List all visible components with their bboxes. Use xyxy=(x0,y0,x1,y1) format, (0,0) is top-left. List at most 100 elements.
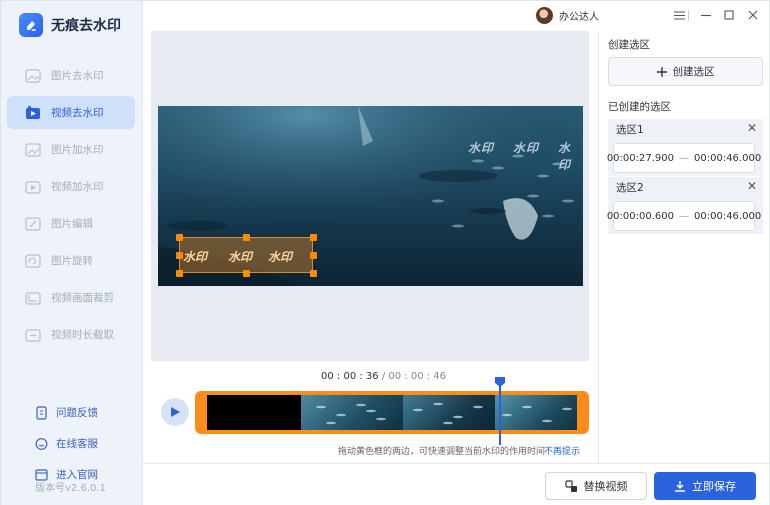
close-button[interactable] xyxy=(743,6,763,24)
image-rotate-icon xyxy=(25,253,41,268)
image-edit-icon xyxy=(25,216,41,231)
region-start: 00:00:27.900 xyxy=(606,152,674,164)
playhead-line[interactable] xyxy=(499,377,501,445)
watermark-text: 水印 xyxy=(468,141,495,155)
maximize-icon xyxy=(724,10,734,20)
create-region-button[interactable]: 创建选区 xyxy=(608,57,763,86)
image-add-icon xyxy=(25,142,41,157)
timeline-left-handle[interactable] xyxy=(199,395,207,430)
sidebar-item-video-crop[interactable]: 视频画面裁剪 xyxy=(7,281,135,314)
timeline-right-handle[interactable] xyxy=(577,395,585,430)
footer-bar: 替换视频 立即保存 xyxy=(143,463,769,505)
resize-handle[interactable] xyxy=(310,234,317,241)
resize-handle[interactable] xyxy=(310,270,317,277)
feedback-label: 问题反馈 xyxy=(56,407,98,419)
sidebar-links: 问题反馈 在线客服 进入官网 xyxy=(35,397,139,490)
region-end: 00:00:46.000 xyxy=(694,152,762,164)
user-profile[interactable]: 办公达人 xyxy=(536,7,599,24)
current-time: 00 : 00 : 36 xyxy=(321,371,379,382)
menu-icon xyxy=(673,10,685,20)
timeline-hint: 拖动黄色框的两边，可快速调整当前水印的作用时间 xyxy=(338,447,546,457)
sidebar-item-image-add-watermark[interactable]: 图片加水印 xyxy=(7,133,135,166)
feedback-icon xyxy=(36,405,47,420)
timeline-frame xyxy=(301,395,403,430)
timeline-track[interactable] xyxy=(195,391,589,434)
region-end: 00:00:46.000 xyxy=(694,210,762,222)
remove-region-button[interactable]: ✕ xyxy=(747,179,757,193)
resize-handle[interactable] xyxy=(243,234,250,241)
user-name: 办公达人 xyxy=(559,12,599,23)
sidebar-item-label: 图片去水印 xyxy=(51,70,104,82)
remove-region-button[interactable]: ✕ xyxy=(747,121,757,135)
feedback-link[interactable]: 问题反馈 xyxy=(35,397,139,428)
plus-icon xyxy=(656,66,667,77)
fish-thumbnail xyxy=(413,402,483,425)
fish-thumbnail xyxy=(502,405,572,423)
sidebar-item-label: 图片编辑 xyxy=(51,218,93,230)
sidebar-item-label: 图片旋转 xyxy=(51,255,93,267)
region-title: 选区1 xyxy=(616,124,644,136)
download-icon xyxy=(675,481,685,492)
sidebar-item-video-add-watermark[interactable]: 视频加水印 xyxy=(7,170,135,203)
image-icon xyxy=(25,68,41,83)
minimize-icon xyxy=(701,14,711,16)
region-time-range[interactable]: 00:00:00.600 — 00:00:46.000 xyxy=(607,201,761,231)
resize-handle[interactable] xyxy=(176,270,183,277)
fish-thumbnail xyxy=(316,403,386,425)
sidebar-item-label: 视频去水印 xyxy=(51,107,104,119)
play-button[interactable] xyxy=(161,398,189,426)
app-window: 无痕去水印 图片去水印 视频去水印 图片加水印 视频加水印 图片编辑 图片旋转 … xyxy=(0,0,770,505)
region-start: 00:00:00.600 xyxy=(606,210,674,222)
playhead-marker[interactable] xyxy=(495,377,505,387)
save-now-label: 立即保存 xyxy=(692,480,736,493)
app-logo: 无痕去水印 xyxy=(19,13,121,37)
online-service-label: 在线客服 xyxy=(56,438,98,450)
timeline-frame xyxy=(403,395,495,430)
sidebar-item-label: 视频加水印 xyxy=(51,181,104,193)
online-service-link[interactable]: 在线客服 xyxy=(35,428,139,459)
selection-watermark-text: 水印 xyxy=(228,250,253,264)
create-region-label: 创建选区 xyxy=(672,66,715,78)
eraser-logo-icon xyxy=(19,13,43,37)
video-add-icon xyxy=(25,180,41,194)
time-readout: 00 : 00 : 36 / 00 : 00 : 46 xyxy=(321,371,446,382)
timeline-frame xyxy=(199,395,301,430)
sidebar: 无痕去水印 图片去水印 视频去水印 图片加水印 视频加水印 图片编辑 图片旋转 … xyxy=(1,1,143,505)
sidebar-item-image-remove-watermark[interactable]: 图片去水印 xyxy=(7,59,135,92)
range-dash: — xyxy=(679,210,689,222)
menu-button[interactable] xyxy=(669,6,689,24)
maximize-button[interactable] xyxy=(719,6,739,24)
sidebar-item-video-trim[interactable]: 视频时长截取 xyxy=(7,318,135,351)
video-icon xyxy=(26,105,40,119)
region-card-2[interactable]: 选区2 ✕ 00:00:00.600 — 00:00:46.000 xyxy=(607,177,763,234)
total-time: 00 : 00 : 46 xyxy=(388,371,447,382)
sidebar-item-image-edit[interactable]: 图片编辑 xyxy=(7,207,135,240)
sidebar-item-image-rotate[interactable]: 图片旋转 xyxy=(7,244,135,277)
minimize-button[interactable] xyxy=(696,6,716,24)
version-label: 版本号v2.6.0.1 xyxy=(35,483,106,494)
region-card-1[interactable]: 选区1 ✕ 00:00:27.900 — 00:00:46.000 xyxy=(607,119,763,176)
sidebar-item-label: 图片加水印 xyxy=(51,144,104,156)
close-icon xyxy=(748,10,758,20)
region-time-range[interactable]: 00:00:27.900 — 00:00:46.000 xyxy=(607,143,761,173)
resize-handle[interactable] xyxy=(243,270,250,277)
selection-watermark-text: 水印 xyxy=(183,250,208,264)
save-now-button[interactable]: 立即保存 xyxy=(654,472,756,500)
region-panel: 创建选区 创建选区 已创建的选区 选区1 ✕ 00:00:27.900 — 00… xyxy=(598,31,769,463)
resize-handle[interactable] xyxy=(176,234,183,241)
sidebar-item-video-remove-watermark[interactable]: 视频去水印 xyxy=(7,96,135,129)
sidebar-item-label: 视频时长截取 xyxy=(51,329,114,341)
app-title: 无痕去水印 xyxy=(51,18,121,34)
time-separator: / xyxy=(378,371,389,382)
range-dash: — xyxy=(679,152,689,164)
dismiss-hint-link[interactable]: 不再提示 xyxy=(544,444,580,457)
resize-handle[interactable] xyxy=(310,252,317,259)
watermark-selection-box[interactable]: 水印 水印 水印 xyxy=(179,237,313,273)
replace-video-button[interactable]: 替换视频 xyxy=(545,472,647,500)
play-icon xyxy=(171,407,180,417)
replace-icon xyxy=(564,479,577,492)
region-title: 选区2 xyxy=(616,182,644,194)
created-regions-heading: 已创建的选区 xyxy=(608,101,671,113)
resize-handle[interactable] xyxy=(176,252,183,259)
replace-video-label: 替换视频 xyxy=(583,480,628,493)
